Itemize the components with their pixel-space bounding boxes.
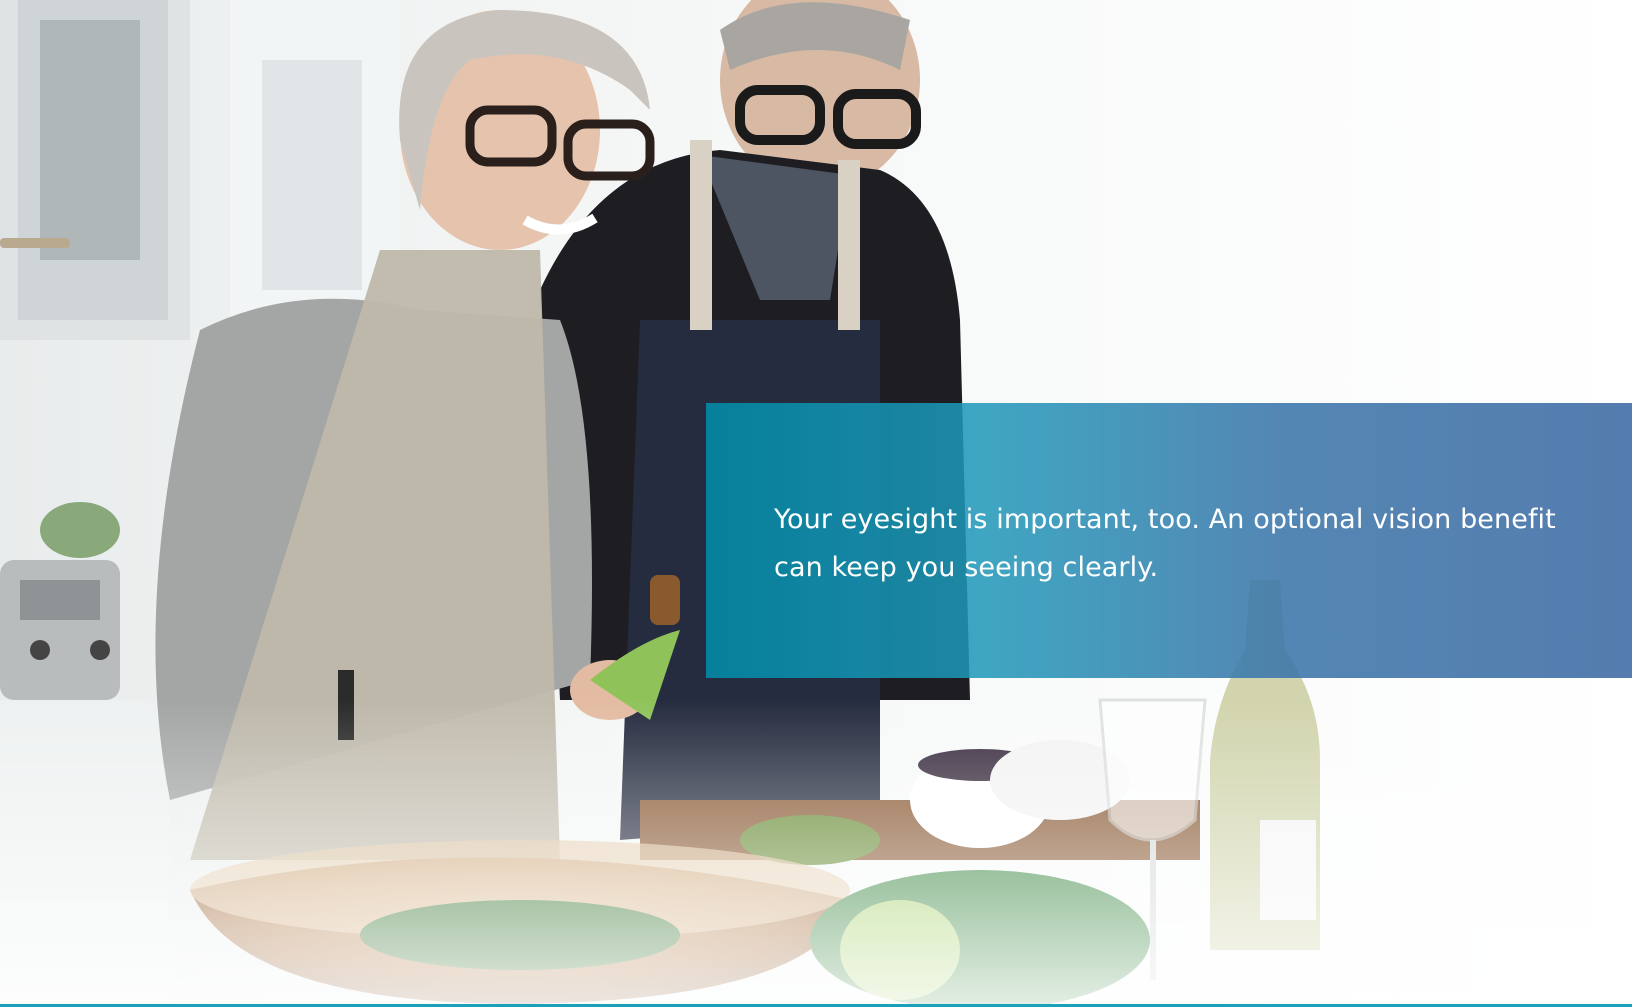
vision-benefit-callout: Your eyesight is important, too. An opti… bbox=[706, 403, 1632, 678]
page: Your eyesight is important, too. An opti… bbox=[0, 0, 1632, 1007]
callout-text: Your eyesight is important, too. An opti… bbox=[774, 504, 1556, 583]
